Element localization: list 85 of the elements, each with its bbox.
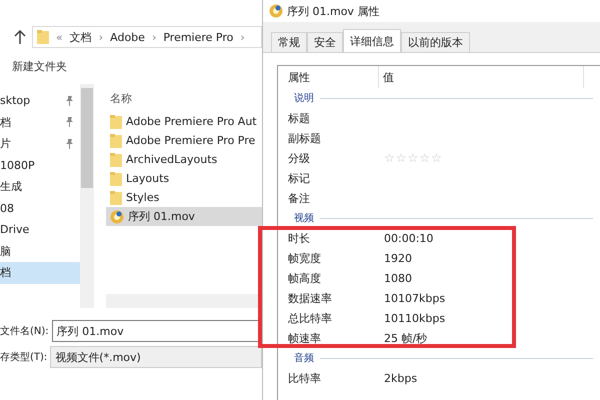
scrollbar[interactable] — [80, 84, 94, 308]
sidebar-item[interactable]: 1080P — [0, 154, 80, 176]
file-item[interactable]: 序列 01.mov — [106, 207, 262, 226]
window-title: 序列 01.mov 属性 — [287, 4, 380, 18]
file-item[interactable]: ArchivedLayouts — [106, 150, 262, 169]
breadcrumb-separator[interactable]: › — [240, 30, 245, 44]
sidebar-item[interactable]: 生成 — [0, 176, 80, 198]
group-heading: 视频 — [294, 212, 314, 225]
folder-icon — [110, 190, 122, 204]
property-name: 帧速率 — [287, 330, 322, 346]
property-value: 10107kbps — [384, 292, 446, 304]
file-name: ArchivedLayouts — [126, 153, 218, 166]
pin-icon — [65, 117, 74, 128]
group-heading: 音频 — [294, 352, 314, 365]
property-name: 备注 — [287, 190, 311, 206]
folder-icon — [110, 152, 122, 166]
folder-icon — [110, 134, 122, 148]
sidebar-item[interactable]: 档 — [0, 112, 80, 133]
property-name: 比特率 — [287, 370, 322, 386]
file-item[interactable]: Styles — [106, 188, 262, 207]
new-folder-button[interactable]: 新建文件夹 — [12, 58, 67, 74]
video-file-icon — [110, 210, 124, 224]
property-name: 帧高度 — [287, 270, 322, 286]
file-item[interactable]: Adobe Premiere Pro Pre — [106, 131, 262, 150]
sidebar-label: 片 — [0, 136, 11, 152]
breadcrumb-item[interactable]: 文档 — [70, 30, 92, 44]
sidebar-label: 生成 — [0, 179, 22, 194]
file-name: Adobe Premiere Pro Aut — [126, 115, 257, 128]
folder-icon — [37, 30, 49, 44]
sidebar-label: 档 — [0, 265, 11, 280]
property-name: 标记 — [287, 170, 311, 186]
tab[interactable]: 详细信息 — [343, 29, 401, 52]
sidebar-label: 脑 — [0, 244, 11, 259]
sidebar-label: 1080P — [0, 158, 35, 172]
breadcrumb-separator[interactable]: « — [56, 30, 63, 44]
property-name: 总比特率 — [287, 310, 333, 326]
tab[interactable]: 以前的版本 — [401, 32, 470, 52]
file-name: Adobe Premiere Pro Pre — [126, 134, 256, 147]
property-name: 分级 — [287, 150, 311, 166]
file-item[interactable]: Adobe Premiere Pro Aut — [106, 112, 262, 131]
column-header[interactable]: 值 — [379, 66, 584, 88]
property-name: 帧宽度 — [287, 250, 322, 266]
sidebar-label: 08 — [0, 202, 14, 215]
property-value: 1920 — [384, 252, 412, 264]
sidebar-item[interactable]: 08 — [0, 198, 80, 219]
address-bar[interactable]: « 文档 › Adobe › Premiere Pro › — [32, 26, 262, 48]
group-heading: 说明 — [294, 92, 314, 105]
tab[interactable]: 安全 — [307, 32, 343, 52]
column-header[interactable]: 名称 — [110, 90, 132, 106]
field-label: 存类型(T): — [0, 350, 48, 364]
file-type-dropdown[interactable]: 视频文件(*.mov) — [50, 346, 262, 368]
property-value: 10110kbps — [384, 312, 446, 324]
tab[interactable]: 常规 — [271, 32, 307, 52]
sidebar-label: Drive — [0, 223, 30, 236]
property-value: 00:00:10 — [384, 232, 434, 244]
file-name: 序列 01.mov — [128, 209, 195, 224]
breadcrumb-item[interactable]: Premiere Pro — [163, 30, 234, 44]
property-value: 1080 — [384, 272, 412, 284]
sidebar-item[interactable]: sktop — [0, 90, 80, 112]
field-label: 文件名(N): — [0, 324, 49, 338]
file-item[interactable]: Layouts — [106, 169, 262, 188]
folder-icon — [110, 114, 122, 128]
sidebar-label: 档 — [0, 114, 11, 130]
sidebar-item[interactable]: Drive — [0, 219, 80, 240]
breadcrumb-item[interactable]: Adobe — [110, 30, 145, 44]
property-name: 标题 — [287, 110, 311, 126]
property-name: 数据速率 — [287, 290, 333, 306]
breadcrumb-separator[interactable]: › — [152, 30, 156, 44]
sidebar-label: sktop — [0, 94, 30, 108]
property-name: 副标题 — [287, 130, 322, 146]
folder-icon — [110, 172, 122, 186]
property-name: 时长 — [287, 230, 311, 246]
up-arrow-icon[interactable] — [14, 30, 26, 44]
breadcrumb-separator[interactable]: › — [98, 30, 104, 44]
pin-icon — [65, 138, 74, 149]
file-name: Styles — [126, 191, 160, 204]
pin-icon — [65, 96, 74, 106]
property-value: 25 帧/秒 — [384, 330, 428, 346]
video-file-icon — [269, 4, 283, 18]
property-value: 2kbps — [384, 372, 418, 384]
sidebar-item[interactable]: 档 — [0, 262, 80, 284]
sidebar-item[interactable]: 片 — [0, 133, 80, 154]
file-name: Layouts — [126, 172, 170, 185]
sidebar-item[interactable]: 脑 — [0, 240, 80, 262]
column-header[interactable]: 属性 — [284, 66, 379, 88]
